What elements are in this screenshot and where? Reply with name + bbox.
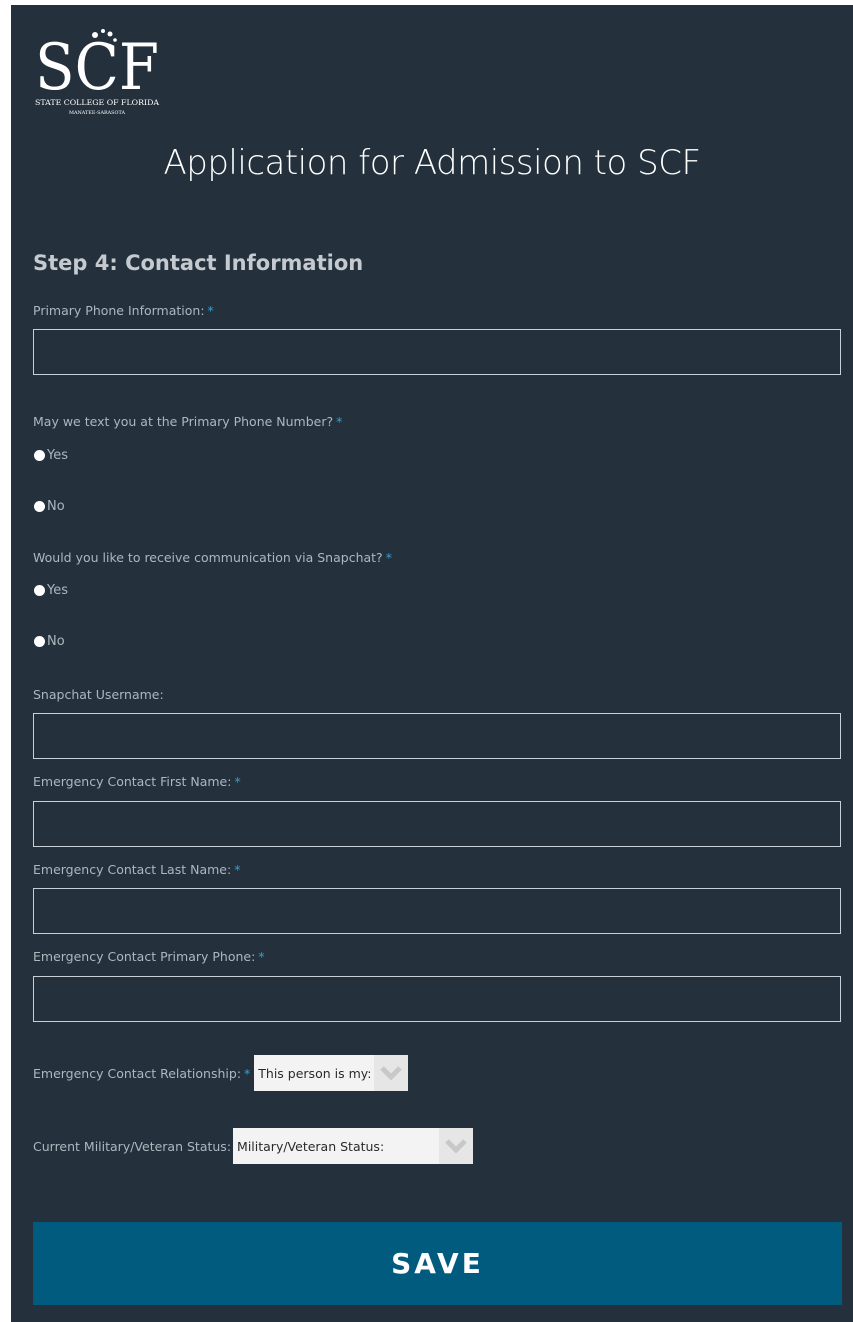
required-marker: * [336, 414, 343, 429]
emergency-relationship-row: Emergency Contact Relationship: * This p… [33, 1055, 409, 1091]
required-marker: * [207, 303, 214, 318]
snapchat-username-label: Snapchat Username: [33, 687, 164, 702]
emergency-phone-label: Emergency Contact Primary Phone: * [33, 949, 265, 964]
emergency-first-name-input[interactable] [33, 801, 841, 847]
radio-label: Yes [47, 448, 68, 463]
military-status-select[interactable]: Military/Veteran Status: [233, 1128, 474, 1164]
emergency-last-name-input[interactable] [33, 888, 841, 934]
required-marker: * [385, 550, 392, 565]
required-marker: * [244, 1065, 251, 1081]
save-button[interactable]: SAVE [33, 1222, 842, 1305]
text-permission-no-radio[interactable]: No [34, 499, 65, 514]
radio-label: No [47, 499, 65, 514]
select-value: This person is my: [258, 1065, 372, 1081]
text-permission-label: May we text you at the Primary Phone Num… [33, 414, 343, 429]
step-heading: Step 4: Contact Information [33, 251, 364, 275]
logo-tagline: STATE COLLEGE OF FLORIDA [35, 98, 160, 107]
emergency-first-name-label: Emergency Contact First Name: * [33, 774, 241, 789]
emergency-last-name-label: Emergency Contact Last Name: * [33, 862, 241, 877]
military-status-row: Current Military/Veteran Status: Militar… [33, 1128, 474, 1164]
primary-phone-label: Primary Phone Information: * [33, 303, 214, 318]
military-status-label: Current Military/Veteran Status: [33, 1138, 232, 1154]
emergency-phone-input[interactable] [33, 976, 841, 1022]
radio-icon[interactable] [34, 585, 45, 596]
logo-subtagline: MANATEE-SARASOTA [69, 110, 126, 116]
required-marker: * [258, 949, 265, 964]
required-marker: * [234, 774, 241, 789]
radio-icon[interactable] [34, 636, 45, 647]
snapchat-no-radio[interactable]: No [34, 634, 65, 649]
radio-icon[interactable] [34, 450, 45, 461]
primary-phone-input[interactable] [33, 329, 841, 375]
chevron-down-icon[interactable] [374, 1055, 409, 1091]
text-permission-yes-radio[interactable]: Yes [34, 448, 68, 463]
snapchat-username-input[interactable] [33, 713, 841, 759]
required-marker: * [234, 862, 241, 877]
scf-logo: SCF STATE COLLEGE OF FLORIDA MANATEE-SAR… [35, 29, 160, 116]
radio-label: Yes [47, 583, 68, 598]
radio-label: No [47, 634, 65, 649]
emergency-relationship-select[interactable]: This person is my: [254, 1055, 409, 1091]
application-panel: SCF STATE COLLEGE OF FLORIDA MANATEE-SAR… [11, 5, 853, 1322]
radio-icon[interactable] [34, 501, 45, 512]
page-title: Application for Admission to SCF [163, 143, 702, 183]
emergency-relationship-label: Emergency Contact Relationship: [33, 1065, 242, 1081]
select-value: Military/Veteran Status: [237, 1138, 385, 1154]
chevron-down-icon[interactable] [439, 1128, 474, 1164]
snapchat-permission-label: Would you like to receive communication … [33, 550, 392, 565]
snapchat-yes-radio[interactable]: Yes [34, 583, 68, 598]
logo-letters: SCF [35, 31, 159, 105]
